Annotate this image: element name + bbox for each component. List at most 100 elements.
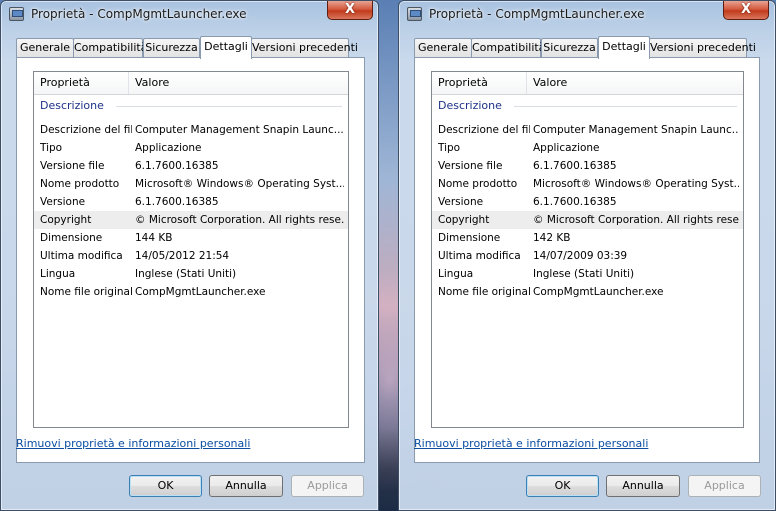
- property-value: Computer Management Snapin Launc...: [135, 124, 344, 136]
- property-value: 6.1.7600.16385: [533, 196, 617, 208]
- property-value: Applicazione: [533, 142, 600, 154]
- property-name: Ultima modifica: [40, 250, 123, 262]
- property-row[interactable]: Nome file originale CompMgmtLauncher.exe: [432, 283, 743, 301]
- property-row[interactable]: Nome prodotto Microsoft® Windows® Operat…: [34, 175, 348, 193]
- property-name: Lingua: [40, 268, 76, 280]
- property-row[interactable]: Versione file 6.1.7600.16385: [432, 157, 743, 175]
- property-name: Nome file originale: [438, 286, 530, 298]
- property-value: 6.1.7600.16385: [135, 196, 219, 208]
- property-row[interactable]: Dimensione 144 KB: [34, 229, 348, 247]
- property-name: Versione file: [438, 160, 503, 172]
- tab-sicurezza[interactable]: Sicurezza: [143, 38, 200, 57]
- property-value: 6.1.7600.16385: [135, 160, 219, 172]
- tab-strip: Generale Compatibilità Sicurezza Dettagl…: [414, 36, 756, 59]
- property-value: Inglese (Stati Uniti): [135, 268, 237, 280]
- column-header-value[interactable]: Valore: [129, 72, 348, 94]
- properties-list[interactable]: Proprietà Valore Descrizione Descrizione…: [431, 71, 744, 428]
- property-name: Descrizione del file: [438, 124, 530, 136]
- property-name: Descrizione del file: [40, 124, 132, 136]
- column-header-property[interactable]: Proprietà: [34, 72, 129, 94]
- property-row[interactable]: Versione 6.1.7600.16385: [34, 193, 348, 211]
- ok-button[interactable]: OK: [129, 475, 202, 497]
- group-header-description: Descrizione: [40, 99, 104, 112]
- column-header-property[interactable]: Proprietà: [432, 72, 527, 94]
- property-row[interactable]: Lingua Inglese (Stati Uniti): [34, 265, 348, 283]
- details-panel: Proprietà Valore Descrizione Descrizione…: [414, 57, 760, 463]
- property-name: Tipo: [438, 142, 461, 154]
- tab-sicurezza[interactable]: Sicurezza: [541, 38, 598, 57]
- property-name: Versione: [438, 196, 484, 208]
- tab-versioni-precedenti[interactable]: Versioni precedenti: [251, 38, 358, 57]
- properties-window-left[interactable]: Proprietà - CompMgmtLauncher.exe X Gener…: [0, 0, 379, 511]
- property-value: Computer Management Snapin Launc...: [533, 124, 739, 136]
- cancel-button[interactable]: Annulla: [606, 475, 680, 497]
- tab-compatibilita[interactable]: Compatibilità: [73, 38, 147, 57]
- property-value: 144 KB: [135, 232, 173, 244]
- column-header-value[interactable]: Valore: [527, 72, 743, 94]
- property-row[interactable]: Versione file 6.1.7600.16385: [34, 157, 348, 175]
- property-row[interactable]: Dimensione 142 KB: [432, 229, 743, 247]
- ok-button[interactable]: OK: [526, 475, 599, 497]
- property-row[interactable]: Descrizione del file Computer Management…: [432, 121, 743, 139]
- property-row-selected[interactable]: Copyright © Microsoft Corporation. All r…: [432, 211, 743, 229]
- details-panel: Proprietà Valore Descrizione Descrizione…: [16, 57, 365, 463]
- property-row[interactable]: Ultima modifica 14/05/2012 21:54: [34, 247, 348, 265]
- cancel-button[interactable]: Annulla: [209, 475, 283, 497]
- tab-generale[interactable]: Generale: [16, 38, 74, 57]
- property-value: 14/05/2012 21:54: [135, 250, 230, 262]
- group-divider: [116, 106, 342, 107]
- property-value: CompMgmtLauncher.exe: [533, 286, 664, 298]
- property-row[interactable]: Nome prodotto Microsoft® Windows® Operat…: [432, 175, 743, 193]
- property-row[interactable]: Tipo Applicazione: [34, 139, 348, 157]
- tab-strip: Generale Compatibilità Sicurezza Dettagl…: [16, 36, 358, 59]
- property-name: Dimensione: [438, 232, 501, 244]
- tab-generale[interactable]: Generale: [414, 38, 472, 57]
- title-bar[interactable]: Proprietà - CompMgmtLauncher.exe X: [399, 1, 775, 29]
- property-name: Nome file originale: [40, 286, 132, 298]
- properties-list[interactable]: Proprietà Valore Descrizione Descrizione…: [33, 71, 349, 428]
- property-value: 142 KB: [533, 232, 571, 244]
- tab-dettagli[interactable]: Dettagli: [598, 36, 650, 59]
- property-name: Copyright: [438, 214, 490, 226]
- property-name: Versione: [40, 196, 86, 208]
- property-row[interactable]: Lingua Inglese (Stati Uniti): [432, 265, 743, 283]
- remove-properties-link[interactable]: Rimuovi proprietà e informazioni persona…: [16, 437, 250, 450]
- window-title: Proprietà - CompMgmtLauncher.exe: [31, 7, 247, 21]
- property-value: © Microsoft Corporation. All rights rese…: [533, 214, 739, 226]
- property-row[interactable]: Ultima modifica 14/07/2009 03:39: [432, 247, 743, 265]
- tab-dettagli[interactable]: Dettagli: [200, 36, 252, 59]
- property-row-selected[interactable]: Copyright © Microsoft Corporation. All r…: [34, 211, 348, 229]
- list-header: Proprietà Valore: [34, 72, 348, 95]
- property-value: CompMgmtLauncher.exe: [135, 286, 266, 298]
- property-value: 6.1.7600.16385: [533, 160, 617, 172]
- property-name: Lingua: [438, 268, 474, 280]
- property-name: Ultima modifica: [438, 250, 521, 262]
- close-button[interactable]: X: [723, 1, 769, 20]
- property-name: Nome prodotto: [438, 178, 518, 190]
- list-header: Proprietà Valore: [432, 72, 743, 95]
- property-value: Microsoft® Windows® Operating Syst...: [533, 178, 739, 190]
- property-name: Dimensione: [40, 232, 103, 244]
- property-value: 14/07/2009 03:39: [533, 250, 628, 262]
- window-title: Proprietà - CompMgmtLauncher.exe: [429, 7, 645, 21]
- title-bar[interactable]: Proprietà - CompMgmtLauncher.exe X: [1, 1, 378, 29]
- group-header-description: Descrizione: [438, 99, 502, 112]
- property-row[interactable]: Nome file originale CompMgmtLauncher.exe: [34, 283, 348, 301]
- apply-button[interactable]: Applica: [291, 475, 364, 497]
- property-value: © Microsoft Corporation. All rights rese…: [135, 214, 344, 226]
- property-row[interactable]: Tipo Applicazione: [432, 139, 743, 157]
- property-name: Copyright: [40, 214, 92, 226]
- close-button[interactable]: X: [327, 1, 373, 20]
- property-row[interactable]: Versione 6.1.7600.16385: [432, 193, 743, 211]
- tab-versioni-precedenti[interactable]: Versioni precedenti: [649, 38, 756, 57]
- application-icon: [9, 7, 24, 21]
- remove-properties-link[interactable]: Rimuovi proprietà e informazioni persona…: [414, 437, 648, 450]
- properties-window-right[interactable]: Proprietà - CompMgmtLauncher.exe X Gener…: [398, 0, 776, 511]
- tab-compatibilita[interactable]: Compatibilità: [471, 38, 545, 57]
- property-value: Applicazione: [135, 142, 202, 154]
- group-divider: [514, 106, 737, 107]
- apply-button[interactable]: Applica: [688, 475, 761, 497]
- property-name: Versione file: [40, 160, 105, 172]
- property-row[interactable]: Descrizione del file Computer Management…: [34, 121, 348, 139]
- property-name: Nome prodotto: [40, 178, 120, 190]
